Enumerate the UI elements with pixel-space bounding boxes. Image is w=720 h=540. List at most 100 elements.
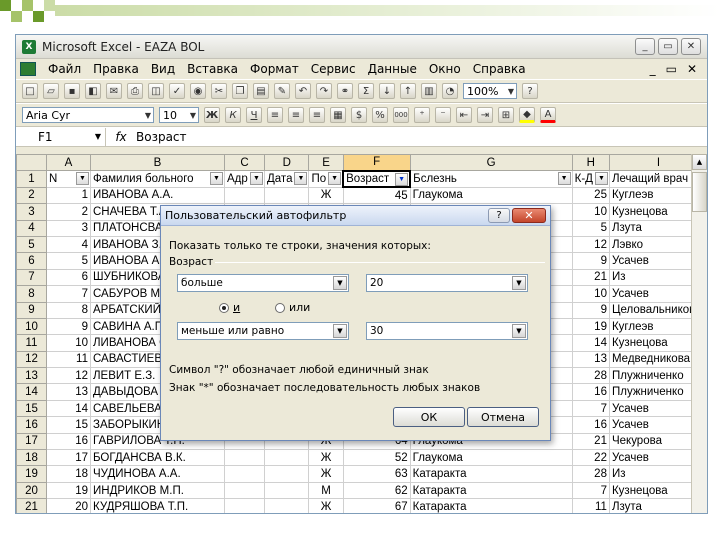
help-icon[interactable]: ? [522,83,538,99]
menu-tools[interactable]: Сервис [305,62,362,76]
cell-sex[interactable]: Ж [308,186,344,205]
condition1-value-select[interactable]: 20 ▼ [366,274,528,292]
header-cell[interactable]: Адр ▼ [224,170,265,188]
row-header[interactable]: 14 [16,383,47,401]
row-header[interactable]: 9 [16,301,47,319]
cell-date[interactable] [263,481,310,500]
cell-number[interactable]: 7 [46,285,91,303]
cell-sex[interactable]: Ж [308,449,344,467]
cell-bed-days[interactable]: 25 [571,186,610,205]
cell-number[interactable]: 16 [46,432,91,451]
vertical-scrollbar[interactable]: ▲ [691,154,707,513]
close-button[interactable]: ✕ [681,38,701,55]
copy-icon[interactable]: ❐ [232,83,248,99]
autofilter-dropdown-icon[interactable]: ▼ [210,172,223,186]
header-cell[interactable]: По ▼ [308,170,344,188]
increase-indent-icon[interactable]: ⇥ [477,107,493,123]
autosum-icon[interactable]: Σ [358,83,374,99]
zoom-select[interactable]: 100% ▼ [463,83,517,99]
research-icon[interactable]: ◉ [190,83,206,99]
autofilter-dropdown-icon[interactable]: ▼ [328,172,342,186]
column-header-b[interactable]: B [90,153,225,172]
menu-help[interactable]: Справка [467,62,532,76]
decrease-decimal-icon[interactable]: ⁻ [435,107,451,123]
cell-number[interactable]: 10 [46,334,91,352]
hyperlink-icon[interactable]: ⚭ [337,83,353,99]
row-header[interactable]: 20 [16,481,47,500]
cell-bed-days[interactable]: 22 [571,449,610,467]
row-header[interactable]: 13 [16,367,47,385]
cell-bed-days[interactable]: 28 [571,465,610,483]
radio-or[interactable]: или [275,301,310,314]
cell-disease[interactable]: Глаукома [409,449,573,467]
autofilter-dropdown-icon[interactable]: ▼ [557,172,571,186]
autofilter-dropdown-icon[interactable]: ▼ [294,172,308,186]
cell-date[interactable] [263,186,310,205]
row-header[interactable]: 21 [16,498,47,513]
cell-number[interactable]: 6 [46,268,91,287]
cell-bed-days[interactable]: 5 [571,219,610,237]
print-icon[interactable]: ⎙ [127,83,143,99]
thousands-button[interactable]: 000 [393,107,409,123]
scroll-thumb[interactable] [692,172,707,212]
cell-bed-days[interactable]: 14 [571,334,610,352]
cell-address[interactable] [224,449,265,467]
borders-icon[interactable]: ⊞ [498,107,514,123]
row-header[interactable]: 5 [16,235,47,254]
condition1-operator-select[interactable]: больше ▼ [177,274,349,292]
cell-patient-name[interactable]: ИВАНОВА А.А. [90,186,225,205]
cell-address[interactable] [224,481,265,500]
redo-icon[interactable]: ↷ [316,83,332,99]
autofilter-dropdown-icon[interactable]: ▼ [76,172,89,186]
cell-disease[interactable]: Катаракта [409,465,573,483]
open-icon[interactable]: ▱ [43,83,59,99]
cell-number[interactable]: 14 [46,399,91,418]
menu-window[interactable]: Окно [423,62,467,76]
cell-sex[interactable]: Ж [308,498,344,513]
workbook-icon[interactable] [20,62,36,76]
cell-bed-days[interactable]: 16 [571,383,610,401]
align-left-icon[interactable]: ≡ [267,107,283,123]
row-header[interactable]: 8 [16,285,47,303]
menu-file[interactable]: Файл [42,62,87,76]
autofilter-dropdown-icon[interactable]: ▼ [395,172,409,186]
header-cell[interactable]: Фамилия больного ▼ [90,170,225,188]
align-right-icon[interactable]: ≡ [309,107,325,123]
cell-number[interactable]: 13 [46,383,91,401]
cell-bed-days[interactable]: 21 [571,268,610,287]
cell-number[interactable]: 8 [46,301,91,319]
doc-close-button[interactable]: ✕ [687,62,697,76]
column-header-d[interactable]: D [263,153,310,172]
menu-data[interactable]: Данные [362,62,423,76]
autofilter-dropdown-icon[interactable]: ▼ [594,172,608,186]
cell-date[interactable] [263,449,310,467]
cell-patient-name[interactable]: ЧУДИНОВА А.А. [90,465,225,483]
cell-age[interactable]: 52 [342,449,411,467]
header-cell[interactable]: К-Д ▼ [571,170,610,188]
row-header[interactable]: 2 [16,186,47,205]
minimize-button[interactable]: _ [635,38,655,55]
increase-decimal-icon[interactable]: ⁺ [414,107,430,123]
cell-number[interactable]: 19 [46,481,91,500]
row-header[interactable]: 6 [16,252,47,270]
header-cell[interactable]: N ▼ [46,170,91,188]
column-header-h[interactable]: H [571,153,610,172]
autofilter-dropdown-icon[interactable]: ▼ [250,172,263,186]
maximize-button[interactable]: ▭ [658,38,678,55]
font-name-select[interactable]: Aria Cyr ▼ [22,107,154,123]
save-icon[interactable]: ▪ [64,83,80,99]
cell-bed-days[interactable]: 9 [571,301,610,319]
cell-number[interactable]: 4 [46,235,91,254]
row-header[interactable]: 12 [16,350,47,369]
row-header[interactable]: 10 [16,317,47,336]
cell-number[interactable]: 15 [46,416,91,434]
paste-icon[interactable]: ▤ [253,83,269,99]
doc-minimize-button[interactable]: _ [650,62,656,76]
cell-number[interactable]: 11 [46,350,91,369]
menu-format[interactable]: Формат [244,62,305,76]
cancel-button[interactable]: Отмена [467,407,539,427]
percent-button[interactable]: % [372,107,388,123]
column-header-a[interactable]: A [46,153,91,172]
cell-number[interactable]: 18 [46,465,91,483]
row-header[interactable]: 16 [16,416,47,434]
